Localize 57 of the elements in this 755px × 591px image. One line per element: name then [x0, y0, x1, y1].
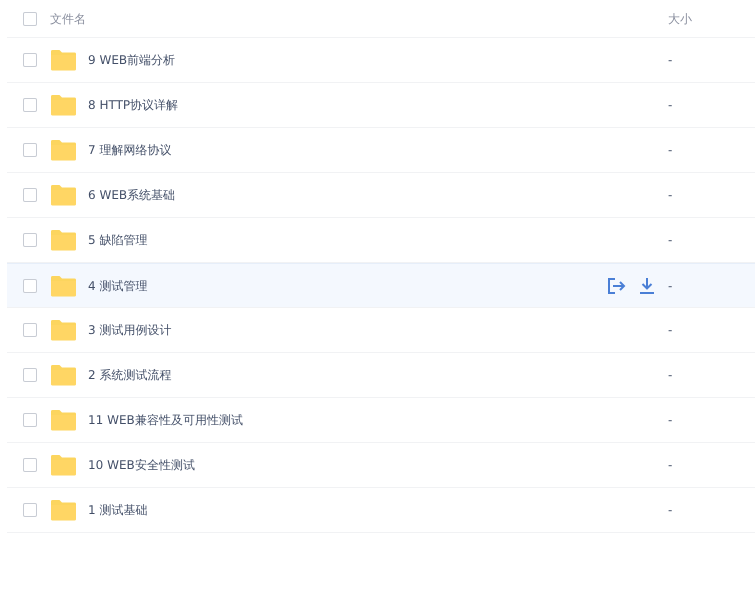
row-checkbox[interactable]	[23, 188, 37, 202]
file-row[interactable]: 9 WEB前端分析 -	[7, 38, 755, 83]
file-row[interactable]: 2 系统测试流程 -	[7, 353, 755, 398]
file-size: -	[668, 412, 674, 429]
folder-icon	[50, 364, 77, 386]
folder-icon	[50, 184, 77, 206]
folder-icon	[50, 139, 77, 161]
select-all-checkbox[interactable]	[23, 12, 37, 26]
folder-icon	[50, 499, 77, 521]
file-size: -	[668, 187, 674, 204]
file-name[interactable]: 2 系统测试流程	[88, 368, 172, 382]
file-row[interactable]: 8 HTTP协议详解 -	[7, 83, 755, 128]
file-name[interactable]: 10 WEB安全性测试	[88, 458, 195, 472]
folder-icon	[50, 454, 77, 476]
folder-icon	[50, 229, 77, 251]
row-checkbox[interactable]	[23, 98, 37, 112]
file-name[interactable]: 1 测试基础	[88, 503, 148, 517]
file-size: -	[668, 97, 674, 114]
file-name[interactable]: 8 HTTP协议详解	[88, 98, 178, 112]
row-checkbox[interactable]	[23, 323, 37, 337]
file-row[interactable]: 3 测试用例设计 -	[7, 308, 755, 353]
file-name[interactable]: 6 WEB系统基础	[88, 188, 176, 202]
row-checkbox[interactable]	[23, 413, 37, 427]
file-size: -	[668, 322, 674, 339]
folder-icon	[50, 94, 77, 116]
download-icon[interactable]	[638, 276, 656, 294]
file-size: -	[668, 502, 674, 519]
row-checkbox[interactable]	[23, 278, 37, 292]
folder-icon	[50, 49, 77, 71]
file-size: -	[668, 457, 674, 474]
folder-icon	[50, 319, 77, 341]
file-name[interactable]: 11 WEB兼容性及可用性测试	[88, 413, 243, 427]
row-checkbox[interactable]	[23, 458, 37, 472]
file-size: -	[668, 52, 674, 69]
file-row[interactable]: 7 理解网络协议 -	[7, 128, 755, 173]
file-size: -	[668, 367, 674, 384]
row-checkbox[interactable]	[23, 503, 37, 517]
file-name[interactable]: 9 WEB前端分析	[88, 53, 176, 67]
file-size: -	[668, 278, 674, 294]
file-name[interactable]: 3 测试用例设计	[88, 323, 172, 337]
file-size: -	[668, 232, 674, 249]
row-checkbox[interactable]	[23, 233, 37, 247]
share-icon[interactable]	[606, 276, 626, 294]
folder-icon	[50, 409, 77, 431]
file-name[interactable]: 4 测试管理	[88, 278, 148, 292]
file-name[interactable]: 5 缺陷管理	[88, 233, 148, 247]
row-checkbox[interactable]	[23, 53, 37, 67]
file-size: -	[668, 142, 674, 159]
file-row[interactable]: 10 WEB安全性测试 -	[7, 443, 755, 488]
row-checkbox[interactable]	[23, 143, 37, 157]
row-checkbox[interactable]	[23, 368, 37, 382]
file-row[interactable]: 1 测试基础 -	[7, 488, 755, 533]
file-row[interactable]: 4 测试管理 -	[7, 263, 755, 308]
file-row[interactable]: 6 WEB系统基础 -	[7, 173, 755, 218]
folder-icon	[50, 274, 77, 296]
file-row[interactable]: 11 WEB兼容性及可用性测试 -	[7, 398, 755, 443]
file-name[interactable]: 7 理解网络协议	[88, 143, 172, 157]
